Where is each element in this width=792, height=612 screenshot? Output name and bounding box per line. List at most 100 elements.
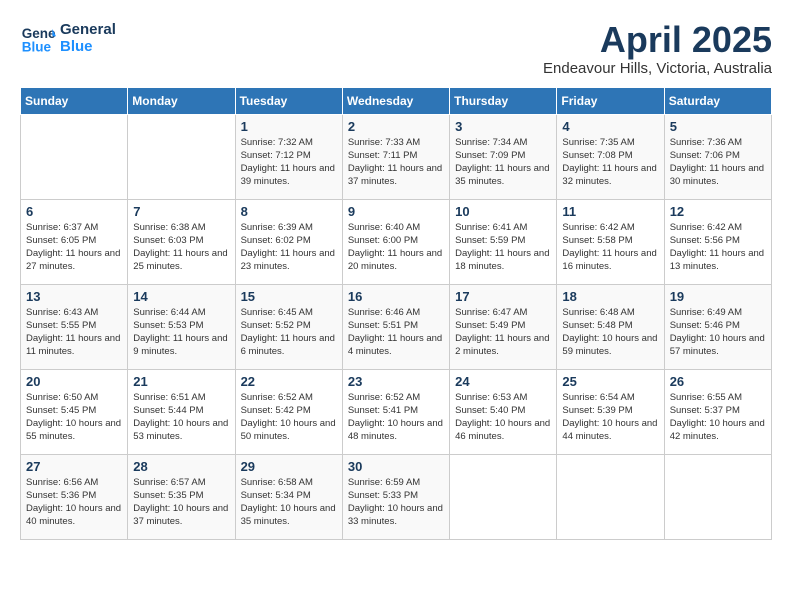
calendar-week-row: 13 Sunrise: 6:43 AM Sunset: 5:55 PM Dayli… bbox=[21, 284, 772, 369]
day-header-wednesday: Wednesday bbox=[342, 87, 449, 114]
cell-info: Sunrise: 7:35 AM Sunset: 7:08 PM Dayligh… bbox=[562, 136, 658, 189]
cell-info: Sunrise: 7:36 AM Sunset: 7:06 PM Dayligh… bbox=[670, 136, 766, 189]
calendar-cell: 6 Sunrise: 6:37 AM Sunset: 6:05 PM Daylig… bbox=[21, 199, 128, 284]
day-number: 19 bbox=[670, 289, 766, 304]
cell-info: Sunrise: 6:56 AM Sunset: 5:36 PM Dayligh… bbox=[26, 476, 122, 529]
calendar-cell: 13 Sunrise: 6:43 AM Sunset: 5:55 PM Dayli… bbox=[21, 284, 128, 369]
calendar-cell: 15 Sunrise: 6:45 AM Sunset: 5:52 PM Dayli… bbox=[235, 284, 342, 369]
cell-info: Sunrise: 6:43 AM Sunset: 5:55 PM Dayligh… bbox=[26, 306, 122, 359]
cell-info: Sunrise: 6:50 AM Sunset: 5:45 PM Dayligh… bbox=[26, 391, 122, 444]
page-header: General Blue General Blue April 2025 End… bbox=[20, 20, 772, 77]
calendar-cell: 1Sunrise: 7:32 AM Sunset: 7:12 PM Daylig… bbox=[235, 114, 342, 199]
day-number: 2 bbox=[348, 119, 444, 134]
cell-info: Sunrise: 6:46 AM Sunset: 5:51 PM Dayligh… bbox=[348, 306, 444, 359]
cell-info: Sunrise: 6:38 AM Sunset: 6:03 PM Dayligh… bbox=[133, 221, 229, 274]
subtitle: Endeavour Hills, Victoria, Australia bbox=[543, 60, 772, 77]
cell-info: Sunrise: 6:37 AM Sunset: 6:05 PM Dayligh… bbox=[26, 221, 122, 274]
day-number: 12 bbox=[670, 204, 766, 219]
day-number: 21 bbox=[133, 374, 229, 389]
calendar-cell: 30 Sunrise: 6:59 AM Sunset: 5:33 PM Dayli… bbox=[342, 454, 449, 539]
day-header-sunday: Sunday bbox=[21, 87, 128, 114]
calendar-cell bbox=[450, 454, 557, 539]
calendar-cell: 23 Sunrise: 6:52 AM Sunset: 5:41 PM Dayli… bbox=[342, 369, 449, 454]
day-number: 27 bbox=[26, 459, 122, 474]
cell-info: Sunrise: 7:33 AM Sunset: 7:11 PM Dayligh… bbox=[348, 136, 444, 189]
cell-info: Sunrise: 6:47 AM Sunset: 5:49 PM Dayligh… bbox=[455, 306, 551, 359]
day-number: 4 bbox=[562, 119, 658, 134]
cell-info: Sunrise: 6:41 AM Sunset: 5:59 PM Dayligh… bbox=[455, 221, 551, 274]
cell-info: Sunrise: 6:42 AM Sunset: 5:56 PM Dayligh… bbox=[670, 221, 766, 274]
calendar-week-row: 20 Sunrise: 6:50 AM Sunset: 5:45 PM Dayli… bbox=[21, 369, 772, 454]
calendar-cell: 7 Sunrise: 6:38 AM Sunset: 6:03 PM Daylig… bbox=[128, 199, 235, 284]
cell-info: Sunrise: 6:57 AM Sunset: 5:35 PM Dayligh… bbox=[133, 476, 229, 529]
day-number: 7 bbox=[133, 204, 229, 219]
calendar-cell: 14Sunrise: 6:44 AM Sunset: 5:53 PM Dayli… bbox=[128, 284, 235, 369]
day-number: 28 bbox=[133, 459, 229, 474]
calendar-cell: 9 Sunrise: 6:40 AM Sunset: 6:00 PM Daylig… bbox=[342, 199, 449, 284]
day-number: 16 bbox=[348, 289, 444, 304]
month-title: April 2025 bbox=[543, 20, 772, 60]
cell-info: Sunrise: 6:58 AM Sunset: 5:34 PM Dayligh… bbox=[241, 476, 337, 529]
day-number: 6 bbox=[26, 204, 122, 219]
day-number: 20 bbox=[26, 374, 122, 389]
calendar-cell: 10 Sunrise: 6:41 AM Sunset: 5:59 PM Dayli… bbox=[450, 199, 557, 284]
calendar-cell: 17 Sunrise: 6:47 AM Sunset: 5:49 PM Dayli… bbox=[450, 284, 557, 369]
cell-info: Sunrise: 6:39 AM Sunset: 6:02 PM Dayligh… bbox=[241, 221, 337, 274]
cell-info: Sunrise: 6:48 AM Sunset: 5:48 PM Dayligh… bbox=[562, 306, 658, 359]
day-number: 8 bbox=[241, 204, 337, 219]
day-header-tuesday: Tuesday bbox=[235, 87, 342, 114]
calendar-cell: 26Sunrise: 6:55 AM Sunset: 5:37 PM Dayli… bbox=[664, 369, 771, 454]
cell-info: Sunrise: 6:54 AM Sunset: 5:39 PM Dayligh… bbox=[562, 391, 658, 444]
calendar-header-row: SundayMondayTuesdayWednesdayThursdayFrid… bbox=[21, 87, 772, 114]
day-number: 30 bbox=[348, 459, 444, 474]
day-number: 29 bbox=[241, 459, 337, 474]
calendar-cell: 20 Sunrise: 6:50 AM Sunset: 5:45 PM Dayli… bbox=[21, 369, 128, 454]
calendar-cell: 24 Sunrise: 6:53 AM Sunset: 5:40 PM Dayli… bbox=[450, 369, 557, 454]
day-number: 9 bbox=[348, 204, 444, 219]
day-header-monday: Monday bbox=[128, 87, 235, 114]
logo: General Blue General Blue bbox=[20, 20, 116, 56]
cell-info: Sunrise: 6:52 AM Sunset: 5:42 PM Dayligh… bbox=[241, 391, 337, 444]
calendar-cell: 2 Sunrise: 7:33 AM Sunset: 7:11 PM Daylig… bbox=[342, 114, 449, 199]
cell-info: Sunrise: 6:51 AM Sunset: 5:44 PM Dayligh… bbox=[133, 391, 229, 444]
calendar-cell: 8 Sunrise: 6:39 AM Sunset: 6:02 PM Daylig… bbox=[235, 199, 342, 284]
cell-info: Sunrise: 6:52 AM Sunset: 5:41 PM Dayligh… bbox=[348, 391, 444, 444]
calendar-week-row: 1Sunrise: 7:32 AM Sunset: 7:12 PM Daylig… bbox=[21, 114, 772, 199]
calendar-cell: 16 Sunrise: 6:46 AM Sunset: 5:51 PM Dayli… bbox=[342, 284, 449, 369]
cell-info: Sunrise: 6:40 AM Sunset: 6:00 PM Dayligh… bbox=[348, 221, 444, 274]
calendar-cell bbox=[664, 454, 771, 539]
calendar-cell: 5 Sunrise: 7:36 AM Sunset: 7:06 PM Daylig… bbox=[664, 114, 771, 199]
day-number: 26 bbox=[670, 374, 766, 389]
day-number: 23 bbox=[348, 374, 444, 389]
cell-info: Sunrise: 6:49 AM Sunset: 5:46 PM Dayligh… bbox=[670, 306, 766, 359]
cell-info: Sunrise: 7:32 AM Sunset: 7:12 PM Dayligh… bbox=[241, 136, 337, 189]
day-number: 24 bbox=[455, 374, 551, 389]
calendar-cell: 25Sunrise: 6:54 AM Sunset: 5:39 PM Dayli… bbox=[557, 369, 664, 454]
cell-info: Sunrise: 6:42 AM Sunset: 5:58 PM Dayligh… bbox=[562, 221, 658, 274]
calendar-week-row: 6 Sunrise: 6:37 AM Sunset: 6:05 PM Daylig… bbox=[21, 199, 772, 284]
day-number: 17 bbox=[455, 289, 551, 304]
day-number: 18 bbox=[562, 289, 658, 304]
calendar-cell: 4 Sunrise: 7:35 AM Sunset: 7:08 PM Daylig… bbox=[557, 114, 664, 199]
cell-info: Sunrise: 6:59 AM Sunset: 5:33 PM Dayligh… bbox=[348, 476, 444, 529]
day-number: 13 bbox=[26, 289, 122, 304]
day-number: 11 bbox=[562, 204, 658, 219]
day-header-friday: Friday bbox=[557, 87, 664, 114]
cell-info: Sunrise: 6:45 AM Sunset: 5:52 PM Dayligh… bbox=[241, 306, 337, 359]
day-number: 15 bbox=[241, 289, 337, 304]
calendar-table: SundayMondayTuesdayWednesdayThursdayFrid… bbox=[20, 87, 772, 540]
cell-info: Sunrise: 6:53 AM Sunset: 5:40 PM Dayligh… bbox=[455, 391, 551, 444]
svg-text:Blue: Blue bbox=[22, 40, 52, 55]
day-number: 10 bbox=[455, 204, 551, 219]
calendar-week-row: 27 Sunrise: 6:56 AM Sunset: 5:36 PM Dayli… bbox=[21, 454, 772, 539]
logo-line1: General bbox=[60, 21, 116, 38]
title-block: April 2025 Endeavour Hills, Victoria, Au… bbox=[543, 20, 772, 77]
calendar-cell: 18 Sunrise: 6:48 AM Sunset: 5:48 PM Dayli… bbox=[557, 284, 664, 369]
day-number: 3 bbox=[455, 119, 551, 134]
calendar-cell: 29 Sunrise: 6:58 AM Sunset: 5:34 PM Dayli… bbox=[235, 454, 342, 539]
day-header-saturday: Saturday bbox=[664, 87, 771, 114]
cell-info: Sunrise: 6:44 AM Sunset: 5:53 PM Dayligh… bbox=[133, 306, 229, 359]
calendar-cell: 22Sunrise: 6:52 AM Sunset: 5:42 PM Dayli… bbox=[235, 369, 342, 454]
calendar-cell bbox=[557, 454, 664, 539]
day-number: 5 bbox=[670, 119, 766, 134]
